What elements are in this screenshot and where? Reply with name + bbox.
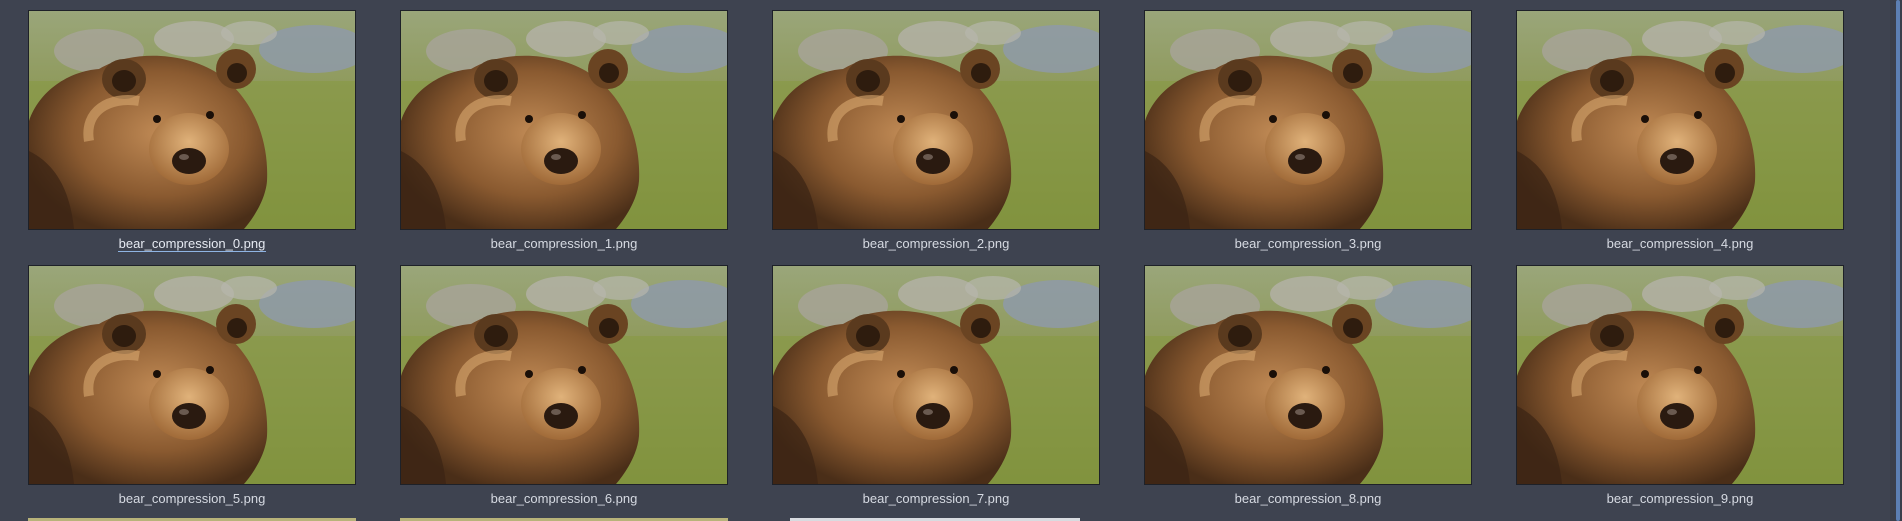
- file-name-label[interactable]: bear_compression_6.png: [400, 490, 728, 507]
- file-name-label[interactable]: bear_compression_4.png: [1516, 235, 1844, 252]
- file-tile[interactable]: bear_compression_0.png: [28, 10, 356, 258]
- file-tile[interactable]: bear_compression_4.png: [1516, 10, 1844, 258]
- thumbnail-image[interactable]: [28, 265, 356, 485]
- bear-photo-icon: [773, 11, 1099, 229]
- vertical-scrollbar[interactable]: [1890, 0, 1902, 521]
- bear-photo-icon: [1145, 11, 1471, 229]
- thumbnail-image[interactable]: [1516, 265, 1844, 485]
- file-tile[interactable]: bear_compression_6.png: [400, 265, 728, 513]
- thumbnail-image[interactable]: [1144, 10, 1472, 230]
- bear-photo-icon: [1145, 266, 1471, 484]
- thumbnail-image[interactable]: [1516, 10, 1844, 230]
- thumbnail-image[interactable]: [400, 10, 728, 230]
- file-name-label[interactable]: bear_compression_5.png: [28, 490, 356, 507]
- file-name-label[interactable]: bear_compression_7.png: [772, 490, 1100, 507]
- file-name-label[interactable]: bear_compression_0.png: [28, 235, 356, 252]
- bear-photo-icon: [773, 266, 1099, 484]
- file-tile[interactable]: bear_compression_8.png: [1144, 265, 1472, 513]
- bear-photo-icon: [1517, 11, 1843, 229]
- file-name-label[interactable]: bear_compression_9.png: [1516, 490, 1844, 507]
- bear-photo-icon: [29, 11, 355, 229]
- file-tile[interactable]: bear_compression_9.png: [1516, 265, 1844, 513]
- scrollbar-thumb[interactable]: [1896, 0, 1900, 521]
- file-name-label[interactable]: bear_compression_1.png: [400, 235, 728, 252]
- file-grid-view[interactable]: bear_compression_0.png bear_compression_…: [0, 0, 1902, 521]
- thumbnail-image[interactable]: [1144, 265, 1472, 485]
- bear-photo-icon: [1517, 266, 1843, 484]
- file-tile[interactable]: bear_compression_2.png: [772, 10, 1100, 258]
- thumbnail-image[interactable]: [400, 265, 728, 485]
- file-tile[interactable]: bear_compression_7.png: [772, 265, 1100, 513]
- file-name-label[interactable]: bear_compression_2.png: [772, 235, 1100, 252]
- thumbnail-image[interactable]: [772, 265, 1100, 485]
- file-tile[interactable]: bear_compression_5.png: [28, 265, 356, 513]
- file-name-label[interactable]: bear_compression_3.png: [1144, 235, 1472, 252]
- bear-photo-icon: [29, 266, 355, 484]
- file-name-label[interactable]: bear_compression_8.png: [1144, 490, 1472, 507]
- thumbnail-image[interactable]: [772, 10, 1100, 230]
- bear-photo-icon: [401, 266, 727, 484]
- bear-photo-icon: [401, 11, 727, 229]
- file-tile[interactable]: bear_compression_1.png: [400, 10, 728, 258]
- thumbnail-image[interactable]: [28, 10, 356, 230]
- file-tile[interactable]: bear_compression_3.png: [1144, 10, 1472, 258]
